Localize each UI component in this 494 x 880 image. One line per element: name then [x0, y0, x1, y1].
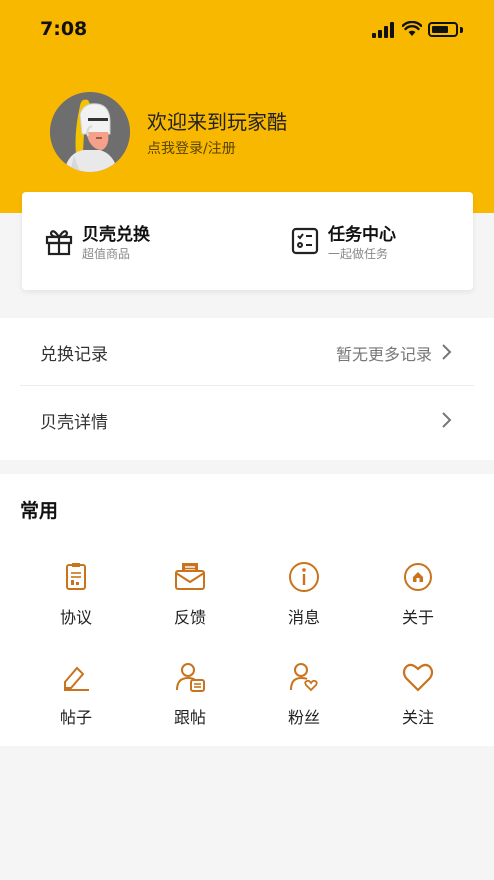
knight-avatar-icon [50, 92, 130, 172]
status-icons [372, 20, 472, 40]
exchange-record-value: 暂无更多记录 [335, 345, 432, 364]
task-center-title: 任务中心 [328, 225, 396, 245]
task-center-subtitle: 一起做任务 [328, 247, 389, 261]
about-label: 关于 [401, 608, 434, 627]
posts-label: 帖子 [59, 708, 92, 727]
task-center-button[interactable]: 任务中心 一起做任务 [268, 192, 488, 290]
follow-button[interactable]: 关注 [368, 660, 468, 740]
agreement-label: 协议 [59, 608, 92, 627]
status-bar: 7:08 [0, 0, 494, 60]
replies-button[interactable]: 跟帖 [140, 660, 240, 740]
signal-icon [372, 22, 396, 38]
shell-detail-label: 贝壳详情 [40, 413, 108, 433]
feedback-button[interactable]: 反馈 [140, 560, 240, 640]
fans-button[interactable]: 粉丝 [254, 660, 354, 740]
chevron-right-icon [442, 344, 452, 360]
login-register-link[interactable]: 点我登录/注册 [147, 138, 236, 158]
exchange-record-row[interactable]: 兑换记录 暂无更多记录 [0, 318, 494, 386]
task-list-icon [291, 227, 319, 255]
status-time: 7:08 [40, 18, 88, 40]
quick-actions-card: 贝壳兑换 超值商品 任务中心 一起做任务 [22, 192, 473, 290]
exchange-record-label: 兑换记录 [40, 345, 108, 365]
about-button[interactable]: 关于 [368, 560, 468, 640]
battery-icon [428, 22, 458, 37]
user-heart-icon [290, 663, 318, 692]
follow-label: 关注 [401, 708, 434, 727]
posts-button[interactable]: 帖子 [26, 660, 126, 740]
chevron-right-icon [442, 412, 452, 428]
message-button[interactable]: 消息 [254, 560, 354, 640]
envelope-icon [175, 563, 205, 590]
home-icon [404, 563, 432, 591]
shell-detail-row[interactable]: 贝壳详情 [0, 386, 494, 454]
feedback-label: 反馈 [173, 608, 206, 627]
agreement-button[interactable]: 协议 [26, 560, 126, 640]
edit-icon [64, 666, 89, 691]
replies-label: 跟帖 [173, 708, 206, 727]
welcome-text: 欢迎来到玩家酷 [147, 110, 287, 134]
gift-icon [45, 230, 73, 256]
heart-icon [402, 663, 434, 692]
avatar[interactable] [50, 92, 130, 172]
info-icon [289, 562, 319, 592]
shell-exchange-button[interactable]: 贝壳兑换 超值商品 [22, 192, 242, 290]
message-label: 消息 [287, 608, 320, 627]
records-section: 兑换记录 暂无更多记录 贝壳详情 [0, 318, 494, 460]
wifi-icon [402, 21, 422, 36]
shell-exchange-subtitle: 超值商品 [82, 247, 131, 261]
user-comment-icon [176, 663, 205, 692]
document-icon [66, 563, 86, 590]
fans-label: 粉丝 [287, 708, 320, 727]
common-section: 常用 协议 反馈 消息 关于 帖子 跟帖 粉丝 关注 [0, 474, 494, 746]
common-title: 常用 [20, 500, 59, 522]
shell-exchange-title: 贝壳兑换 [82, 225, 150, 245]
